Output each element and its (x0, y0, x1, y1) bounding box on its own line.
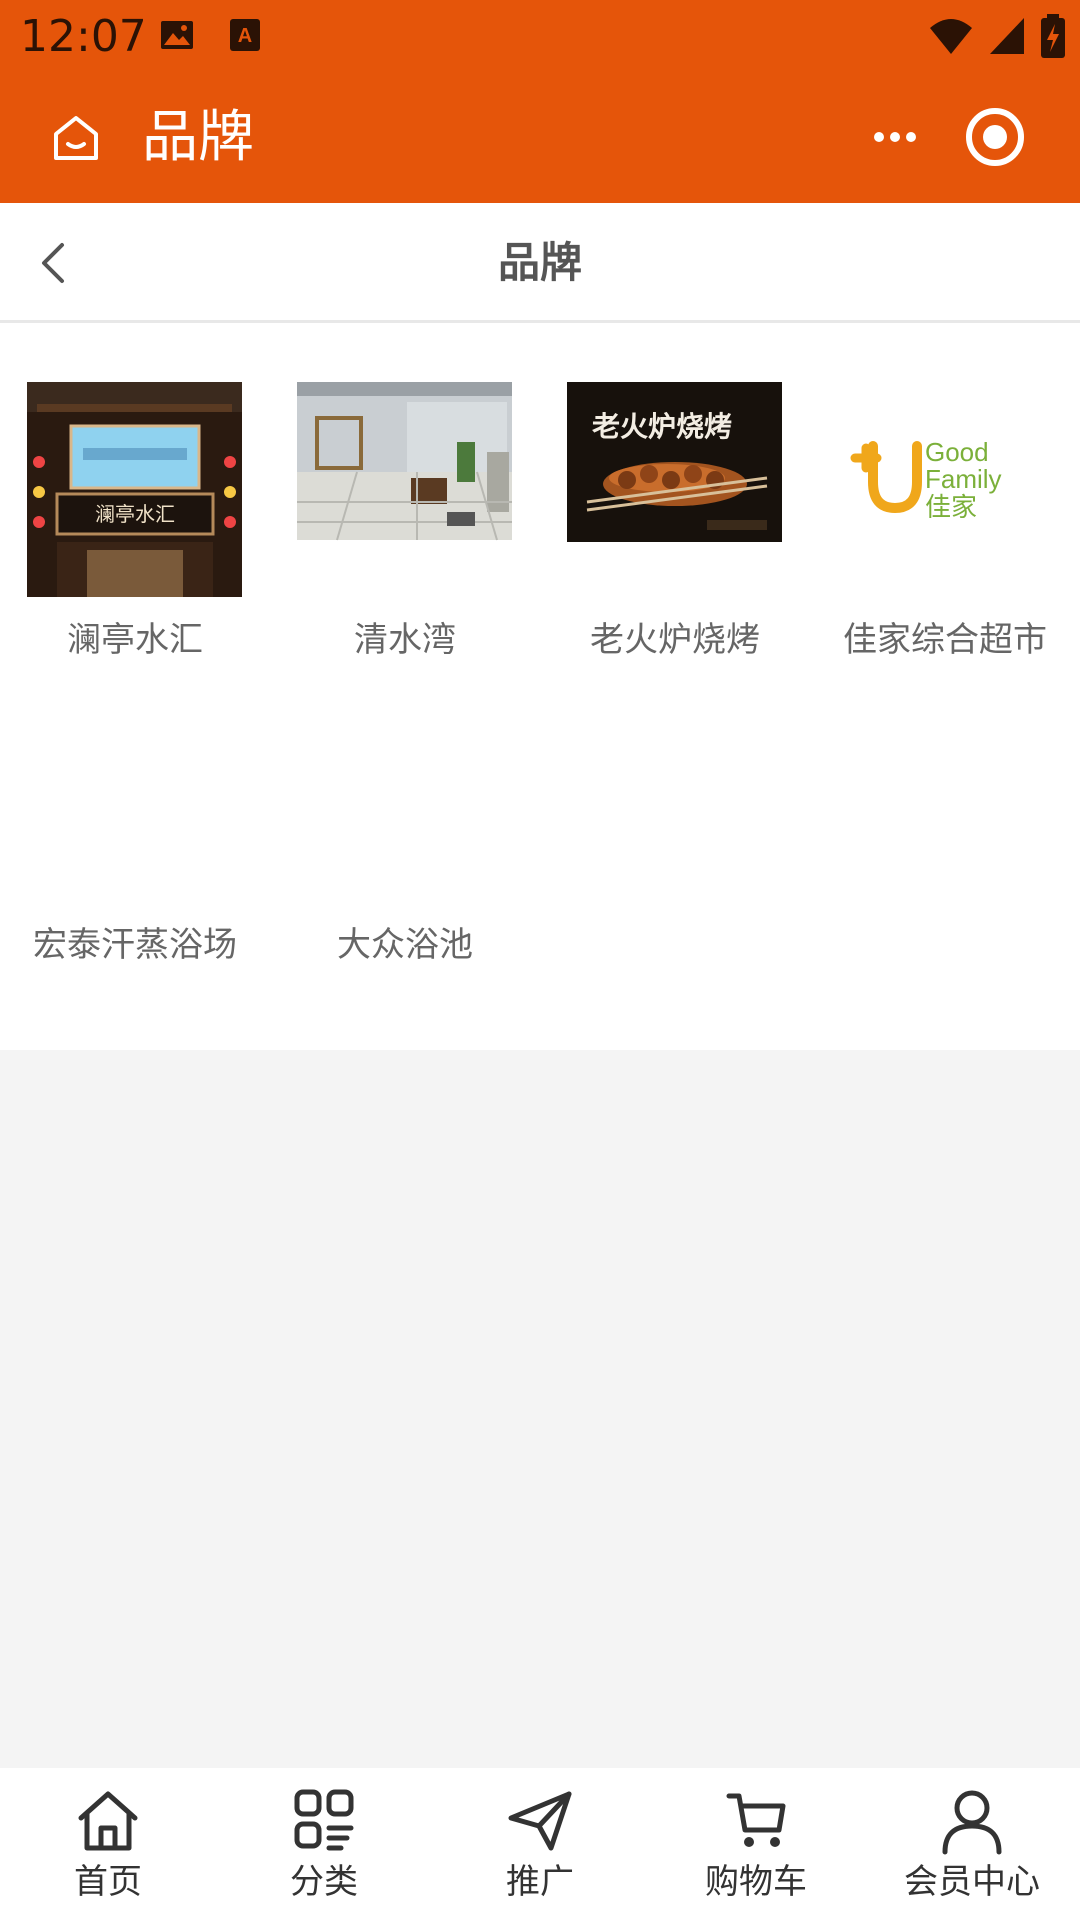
brand-image[interactable] (297, 687, 512, 902)
brand-image[interactable] (27, 687, 242, 902)
brand-item[interactable]: 清水湾 (270, 326, 540, 660)
status-time: 12:07 (20, 11, 147, 62)
tab-label: 推广 (506, 1862, 574, 1902)
image-notification-icon (161, 21, 193, 49)
brand-item[interactable]: 老火炉烧烤 老火炉烧烤 (540, 326, 810, 660)
top-bar: 12:07 A 品牌 (0, 0, 1080, 203)
tab-cart[interactable]: 购物车 (648, 1768, 864, 1920)
tab-category[interactable]: 分类 (216, 1768, 432, 1920)
brand-image[interactable]: 老火炉烧烤 (567, 382, 782, 597)
signal-icon (990, 18, 1024, 54)
brand-image[interactable]: Good Family 佳家 (837, 382, 1052, 597)
paper-plane-icon (508, 1791, 572, 1851)
tab-home[interactable]: 首页 (0, 1768, 216, 1920)
brand-image-sign-text: 澜亭水汇 (95, 502, 175, 526)
brand-item[interactable]: 宏泰汗蒸浴场 (0, 631, 270, 965)
status-icons (928, 14, 1066, 58)
empty-background (0, 1050, 1080, 1768)
category-icon (294, 1789, 354, 1851)
tab-label: 分类 (290, 1862, 358, 1902)
brand-name[interactable]: 老火炉烧烤 (540, 616, 810, 664)
wifi-icon (930, 19, 972, 54)
brand-item[interactable]: 澜亭水汇 澜亭水汇 (0, 326, 270, 660)
brand-logo-text-family: Family (925, 464, 1002, 494)
sub-nav-title: 品牌 (497, 238, 582, 287)
tab-member-center[interactable]: 会员中心 (864, 1768, 1080, 1920)
cart-icon (726, 1793, 786, 1847)
brand-logo-text-cn: 佳家 (925, 493, 977, 523)
brand-item[interactable]: Good Family 佳家 佳家综合超市 (810, 326, 1080, 660)
tab-label: 会员中心 (904, 1862, 1040, 1902)
tab-label: 购物车 (705, 1862, 807, 1902)
battery-charging-icon (1041, 14, 1065, 58)
tab-label: 首页 (74, 1862, 142, 1902)
bottom-tab-bar: 首页 分类 推广 购物车 会员中心 (0, 1768, 1080, 1920)
brand-name[interactable]: 佳家综合超市 (810, 616, 1080, 664)
brand-logo-text-good: Good (925, 437, 989, 467)
record-icon[interactable] (964, 106, 1026, 168)
more-icon[interactable] (872, 126, 918, 148)
page-title: 品牌 (142, 105, 254, 170)
tab-promote[interactable]: 推广 (432, 1768, 648, 1920)
brand-name[interactable]: 宏泰汗蒸浴场 (0, 921, 270, 969)
brand-image[interactable] (297, 382, 512, 597)
svg-text:A: A (238, 25, 252, 47)
home-icon[interactable] (50, 112, 102, 164)
brand-item[interactable]: 大众浴池 (270, 631, 540, 965)
a-notification-icon: A (230, 19, 260, 51)
brand-grid: 澜亭水汇 澜亭水汇 清水湾 老火炉烧烤 老火炉烧烤 Good Family 佳家… (0, 326, 1080, 1050)
sub-nav: 品牌 (0, 203, 1080, 323)
home-icon (78, 1791, 138, 1851)
user-icon (942, 1790, 1002, 1855)
brand-name[interactable]: 大众浴池 (270, 921, 540, 969)
brand-image-title-text: 老火炉烧烤 (592, 410, 732, 443)
brand-image[interactable]: 澜亭水汇 (27, 382, 242, 597)
